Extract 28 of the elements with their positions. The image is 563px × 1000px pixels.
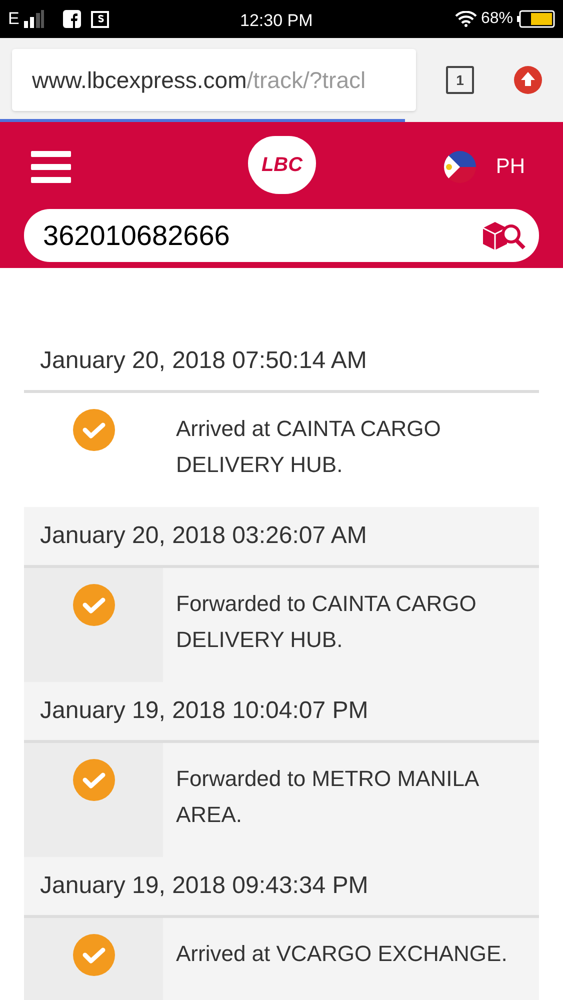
check-circle-icon: [72, 759, 114, 801]
check-circle-icon: [72, 409, 114, 451]
event-status: Arrived at VCARGO EXCHANGE.: [176, 940, 508, 968]
event-status: Forwarded to CAINTA CARGO DELIVERY HUB.: [176, 590, 478, 654]
event-date: January 19, 2018 10:04:07 PM: [40, 696, 368, 726]
event-status: Arrived at CAINTA CARGO DELIVERY HUB.: [176, 415, 442, 479]
clock: 12:30 PM: [240, 10, 313, 32]
signal-icon: [23, 10, 46, 28]
facebook-icon: [63, 10, 82, 28]
event-date: January 20, 2018 03:26:07 AM: [40, 521, 367, 551]
logo[interactable]: LBC: [248, 136, 316, 194]
event-date: January 20, 2018 07:50:14 AM: [40, 346, 367, 376]
event-date: January 19, 2018 09:43:34 PM: [40, 871, 368, 901]
check-circle-icon: [72, 934, 114, 976]
tracking-search-field[interactable]: 362010682666: [24, 209, 539, 262]
url-field[interactable]: www.lbcexpress.com/track/?tracl: [12, 49, 416, 111]
upload-icon[interactable]: [514, 66, 542, 94]
battery-icon: [517, 10, 555, 28]
event-status: Forwarded to METRO MANILA AREA.: [176, 765, 480, 829]
menu-icon[interactable]: [31, 151, 71, 183]
country-code[interactable]: PH: [496, 151, 525, 183]
wifi-icon: [454, 11, 477, 27]
flag-icon[interactable]: [444, 151, 476, 183]
app-icon: [91, 10, 110, 28]
check-circle-icon: [72, 584, 114, 626]
network-type: E: [8, 8, 20, 30]
battery-percent: 68%: [480, 9, 513, 29]
tab-count-button[interactable]: 1: [446, 66, 474, 94]
